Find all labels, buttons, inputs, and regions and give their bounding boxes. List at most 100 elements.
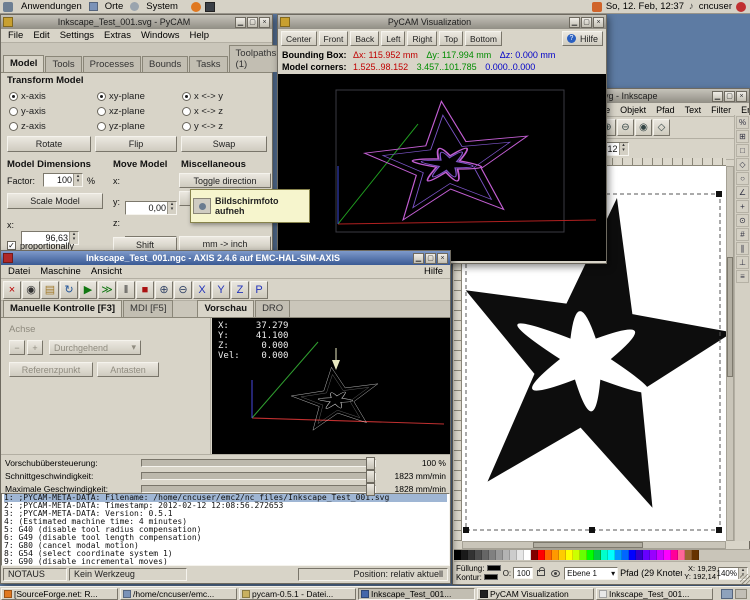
snap-page-icon[interactable]: ⊥: [736, 256, 749, 269]
touch-off-button[interactable]: Antasten: [97, 362, 159, 377]
tab-processes[interactable]: Processes: [83, 56, 141, 72]
axis-menu-1[interactable]: Maschine: [35, 266, 86, 277]
tool-touch-button[interactable]: P: [250, 281, 268, 299]
fill-swatch[interactable]: [487, 565, 501, 571]
view-left-button[interactable]: Left: [381, 31, 405, 46]
jog-speed-slider[interactable]: [141, 472, 376, 480]
snap-grid-icon[interactable]: #: [736, 228, 749, 241]
touch-off-z-button[interactable]: Z: [231, 281, 249, 299]
system-menu[interactable]: System: [141, 1, 183, 12]
tab-tasks[interactable]: Tasks: [189, 56, 227, 72]
palette-swatch-8[interactable]: [510, 550, 517, 560]
axis-option-2-radio[interactable]: [9, 122, 18, 131]
axis-titlebar[interactable]: Inkscape_Test_001.ngc - AXIS 2.4.6 auf E…: [1, 251, 450, 265]
pycam-close-button[interactable]: ×: [259, 17, 270, 28]
axis-help-menu[interactable]: Hilfe: [419, 266, 448, 277]
inkscape-minimize-button[interactable]: ▁: [712, 91, 723, 102]
palette-swatch-20[interactable]: [594, 550, 601, 560]
snap-intersection-icon[interactable]: +: [736, 200, 749, 213]
axis-menu-0[interactable]: Datei: [3, 266, 35, 277]
opacity-input[interactable]: 100: [513, 567, 533, 579]
palette-swatch-24[interactable]: [622, 550, 629, 560]
snap-center-icon[interactable]: ⊙: [736, 214, 749, 227]
tab-mdi[interactable]: MDI [F5]: [123, 300, 173, 317]
palette-swatch-21[interactable]: [601, 550, 608, 560]
selection-y-spinner[interactable]: ▴▾: [619, 143, 628, 155]
axis-preview-canvas[interactable]: X: 37.279 Y: 41.100 Z: 0.000 Vel: 0.000: [212, 318, 450, 454]
selection-handle[interactable]: [716, 191, 722, 197]
axis-option-2[interactable]: z-axis: [9, 119, 46, 134]
taskbar-item-pycam-folder[interactable]: pycam-0.5.1 - Datei...: [239, 588, 356, 600]
panel-user[interactable]: cncuser: [699, 1, 732, 12]
machine-power-button[interactable]: ◉: [22, 281, 40, 299]
selection-handle[interactable]: [716, 527, 722, 533]
move-x-input[interactable]: 0,00▴▾: [125, 201, 177, 215]
palette-swatch-15[interactable]: [559, 550, 566, 560]
plane-option-0-radio[interactable]: [97, 92, 106, 101]
home-axis-button[interactable]: Referenzpunkt: [9, 362, 93, 377]
palette-swatch-16[interactable]: [566, 550, 573, 560]
axis-option-0[interactable]: x-axis: [9, 89, 46, 104]
snap-bbox-icon[interactable]: ⊞: [736, 130, 749, 143]
swap-option-2[interactable]: y <-> z: [182, 119, 223, 134]
pycam-minimize-button[interactable]: ▁: [235, 17, 246, 28]
palette-swatch-26[interactable]: [636, 550, 643, 560]
palette-swatch-11[interactable]: [531, 550, 538, 560]
gcode-listing[interactable]: 1: ;PYCAM-META-DATA: Filename: /home/cnc…: [1, 493, 450, 566]
zoom-in-button[interactable]: ⊕: [155, 281, 173, 299]
tab-tools[interactable]: Tools: [45, 56, 81, 72]
selection-handle[interactable]: [463, 527, 469, 533]
snap-path-icon[interactable]: ∠: [736, 186, 749, 199]
palette-swatch-23[interactable]: [615, 550, 622, 560]
snap-guide-icon[interactable]: ∥: [736, 242, 749, 255]
palette-swatch-25[interactable]: [629, 550, 636, 560]
vertical-scrollbar[interactable]: [726, 166, 734, 541]
taskbar-item-pycam-viz[interactable]: PyCAM Visualization: [477, 588, 594, 600]
gcode-line-8[interactable]: 9: G90 (disable incremental moves): [4, 558, 447, 566]
view-front-button[interactable]: Front: [319, 31, 349, 46]
scale-model-button[interactable]: Scale Model: [7, 193, 103, 209]
view-right-button[interactable]: Right: [407, 31, 437, 46]
pycam-menu-3[interactable]: Extras: [99, 30, 136, 41]
view-back-button[interactable]: Back: [350, 31, 379, 46]
palette-swatch-13[interactable]: [545, 550, 552, 560]
plane-option-2[interactable]: yz-plane: [97, 119, 145, 134]
palette-swatch-34[interactable]: [692, 550, 699, 560]
snap-rotation-icon[interactable]: ≡: [736, 270, 749, 283]
palette-swatch-19[interactable]: [587, 550, 594, 560]
pycam-maximize-button[interactable]: ▢: [247, 17, 258, 28]
open-file-button[interactable]: ▤: [41, 281, 59, 299]
view-center-button[interactable]: Center: [281, 31, 317, 46]
workspace-1[interactable]: [721, 589, 733, 599]
zoom-out-icon[interactable]: ⊖: [617, 119, 634, 136]
layer-visibility-icon[interactable]: [551, 570, 560, 577]
fill-stroke-indicator[interactable]: Füllung: Kontur:: [456, 564, 501, 582]
snap-node-icon[interactable]: ○: [736, 172, 749, 185]
axis-close-button[interactable]: ×: [437, 253, 448, 264]
jog-speed-handle[interactable]: [366, 470, 375, 483]
palette-swatch-3[interactable]: [475, 550, 482, 560]
pycam-menu-0[interactable]: File: [3, 30, 28, 41]
workspace-2[interactable]: [735, 589, 747, 599]
pycam-titlebar[interactable]: Inkscape_Test_001.svg - PyCAM ▁▢×: [1, 15, 272, 29]
palette-swatch-27[interactable]: [643, 550, 650, 560]
tab-bounds[interactable]: Bounds: [142, 56, 188, 72]
inkscape-menu-5[interactable]: Pfad: [651, 105, 680, 115]
palette-swatch-12[interactable]: [538, 550, 545, 560]
inkscape-close-button[interactable]: ×: [736, 91, 747, 102]
inkscape-menu-7[interactable]: Filter: [706, 105, 736, 115]
swap-option-0[interactable]: x <-> y: [182, 89, 223, 104]
axis-option-1-radio[interactable]: [9, 107, 18, 116]
touch-off-y-button[interactable]: Y: [212, 281, 230, 299]
axis-maximize-button[interactable]: ▢: [425, 253, 436, 264]
palette-swatch-10[interactable]: [524, 550, 531, 560]
resize-grip[interactable]: [740, 574, 750, 584]
pycam-menu-4[interactable]: Windows: [136, 30, 185, 41]
axis-option-0-radio[interactable]: [9, 92, 18, 101]
palette-swatch-31[interactable]: [671, 550, 678, 560]
rotate-button[interactable]: Rotate: [7, 136, 91, 152]
taskbar-item-inkscape[interactable]: Inkscape_Test_001...: [596, 588, 713, 600]
jog-mode-dropdown[interactable]: Durchgehend▾: [49, 340, 141, 355]
palette-swatch-2[interactable]: [468, 550, 475, 560]
snap-enable-icon[interactable]: %: [736, 116, 749, 129]
